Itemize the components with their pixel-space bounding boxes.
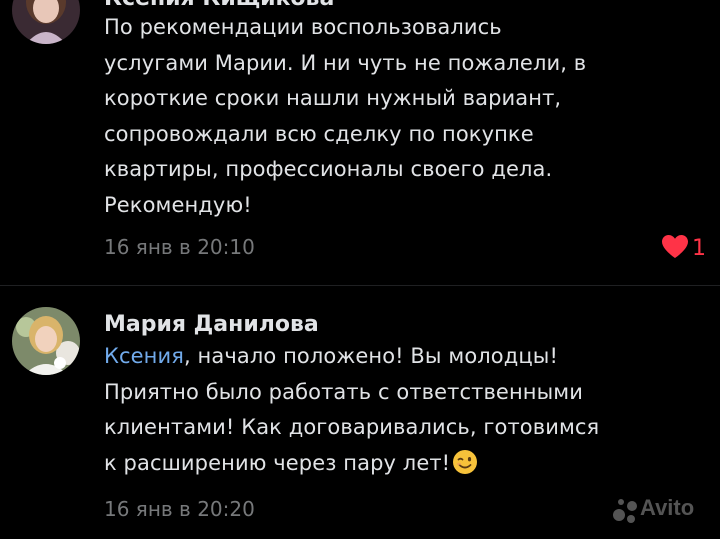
comment-text-line: короткие сроки нашли нужный вариант, (104, 86, 562, 110)
comment-timestamp[interactable]: 16 янв в 20:10 (104, 235, 255, 259)
comment-text-line: сопровождали всю сделку по покупке (104, 121, 534, 146)
watermark-text: Avito (640, 495, 695, 520)
comment-text-line: Рекомендую! (104, 192, 252, 217)
heart-icon (661, 234, 689, 263)
comment-author[interactable]: Мария Данилова (104, 312, 319, 337)
like-button[interactable]: 1 (661, 234, 706, 263)
comment-text-line: к расширению через пару лет! (104, 446, 704, 487)
comment-text-line: клиентами! Как договаривались, готовимся (104, 415, 600, 439)
comment-text-line: Ксения, начало положено! Вы молодцы! (104, 339, 704, 375)
comment-text-line: услугами Марии. И ни чуть не пожалели, в (104, 50, 587, 75)
avatar-ksenia[interactable] (12, 0, 80, 44)
comment-text-line: По рекомендации воспользовались (104, 15, 502, 39)
avito-watermark: Avito (612, 493, 714, 529)
comment-text-line: Приятно было работать с ответственными (104, 379, 583, 404)
comment-text: Ксения, начало положено! Вы молодцы! При… (104, 339, 704, 486)
comment-timestamp[interactable]: 16 янв в 20:20 (104, 497, 255, 521)
comment-divider (0, 285, 720, 286)
winking-face-emoji (452, 449, 478, 487)
mention-link[interactable]: Ксения (104, 344, 184, 368)
avatar-maria[interactable] (12, 307, 80, 375)
comment-text: По рекомендации воспользовались услугами… (104, 10, 704, 223)
like-count: 1 (692, 236, 706, 261)
comment-text-fragment: к расширению через пару лет! (104, 450, 451, 475)
comment-text-line: квартиры, профессионалы своего дела. (104, 157, 553, 181)
comment-text-fragment: , начало положено! Вы молодцы! (184, 344, 558, 368)
